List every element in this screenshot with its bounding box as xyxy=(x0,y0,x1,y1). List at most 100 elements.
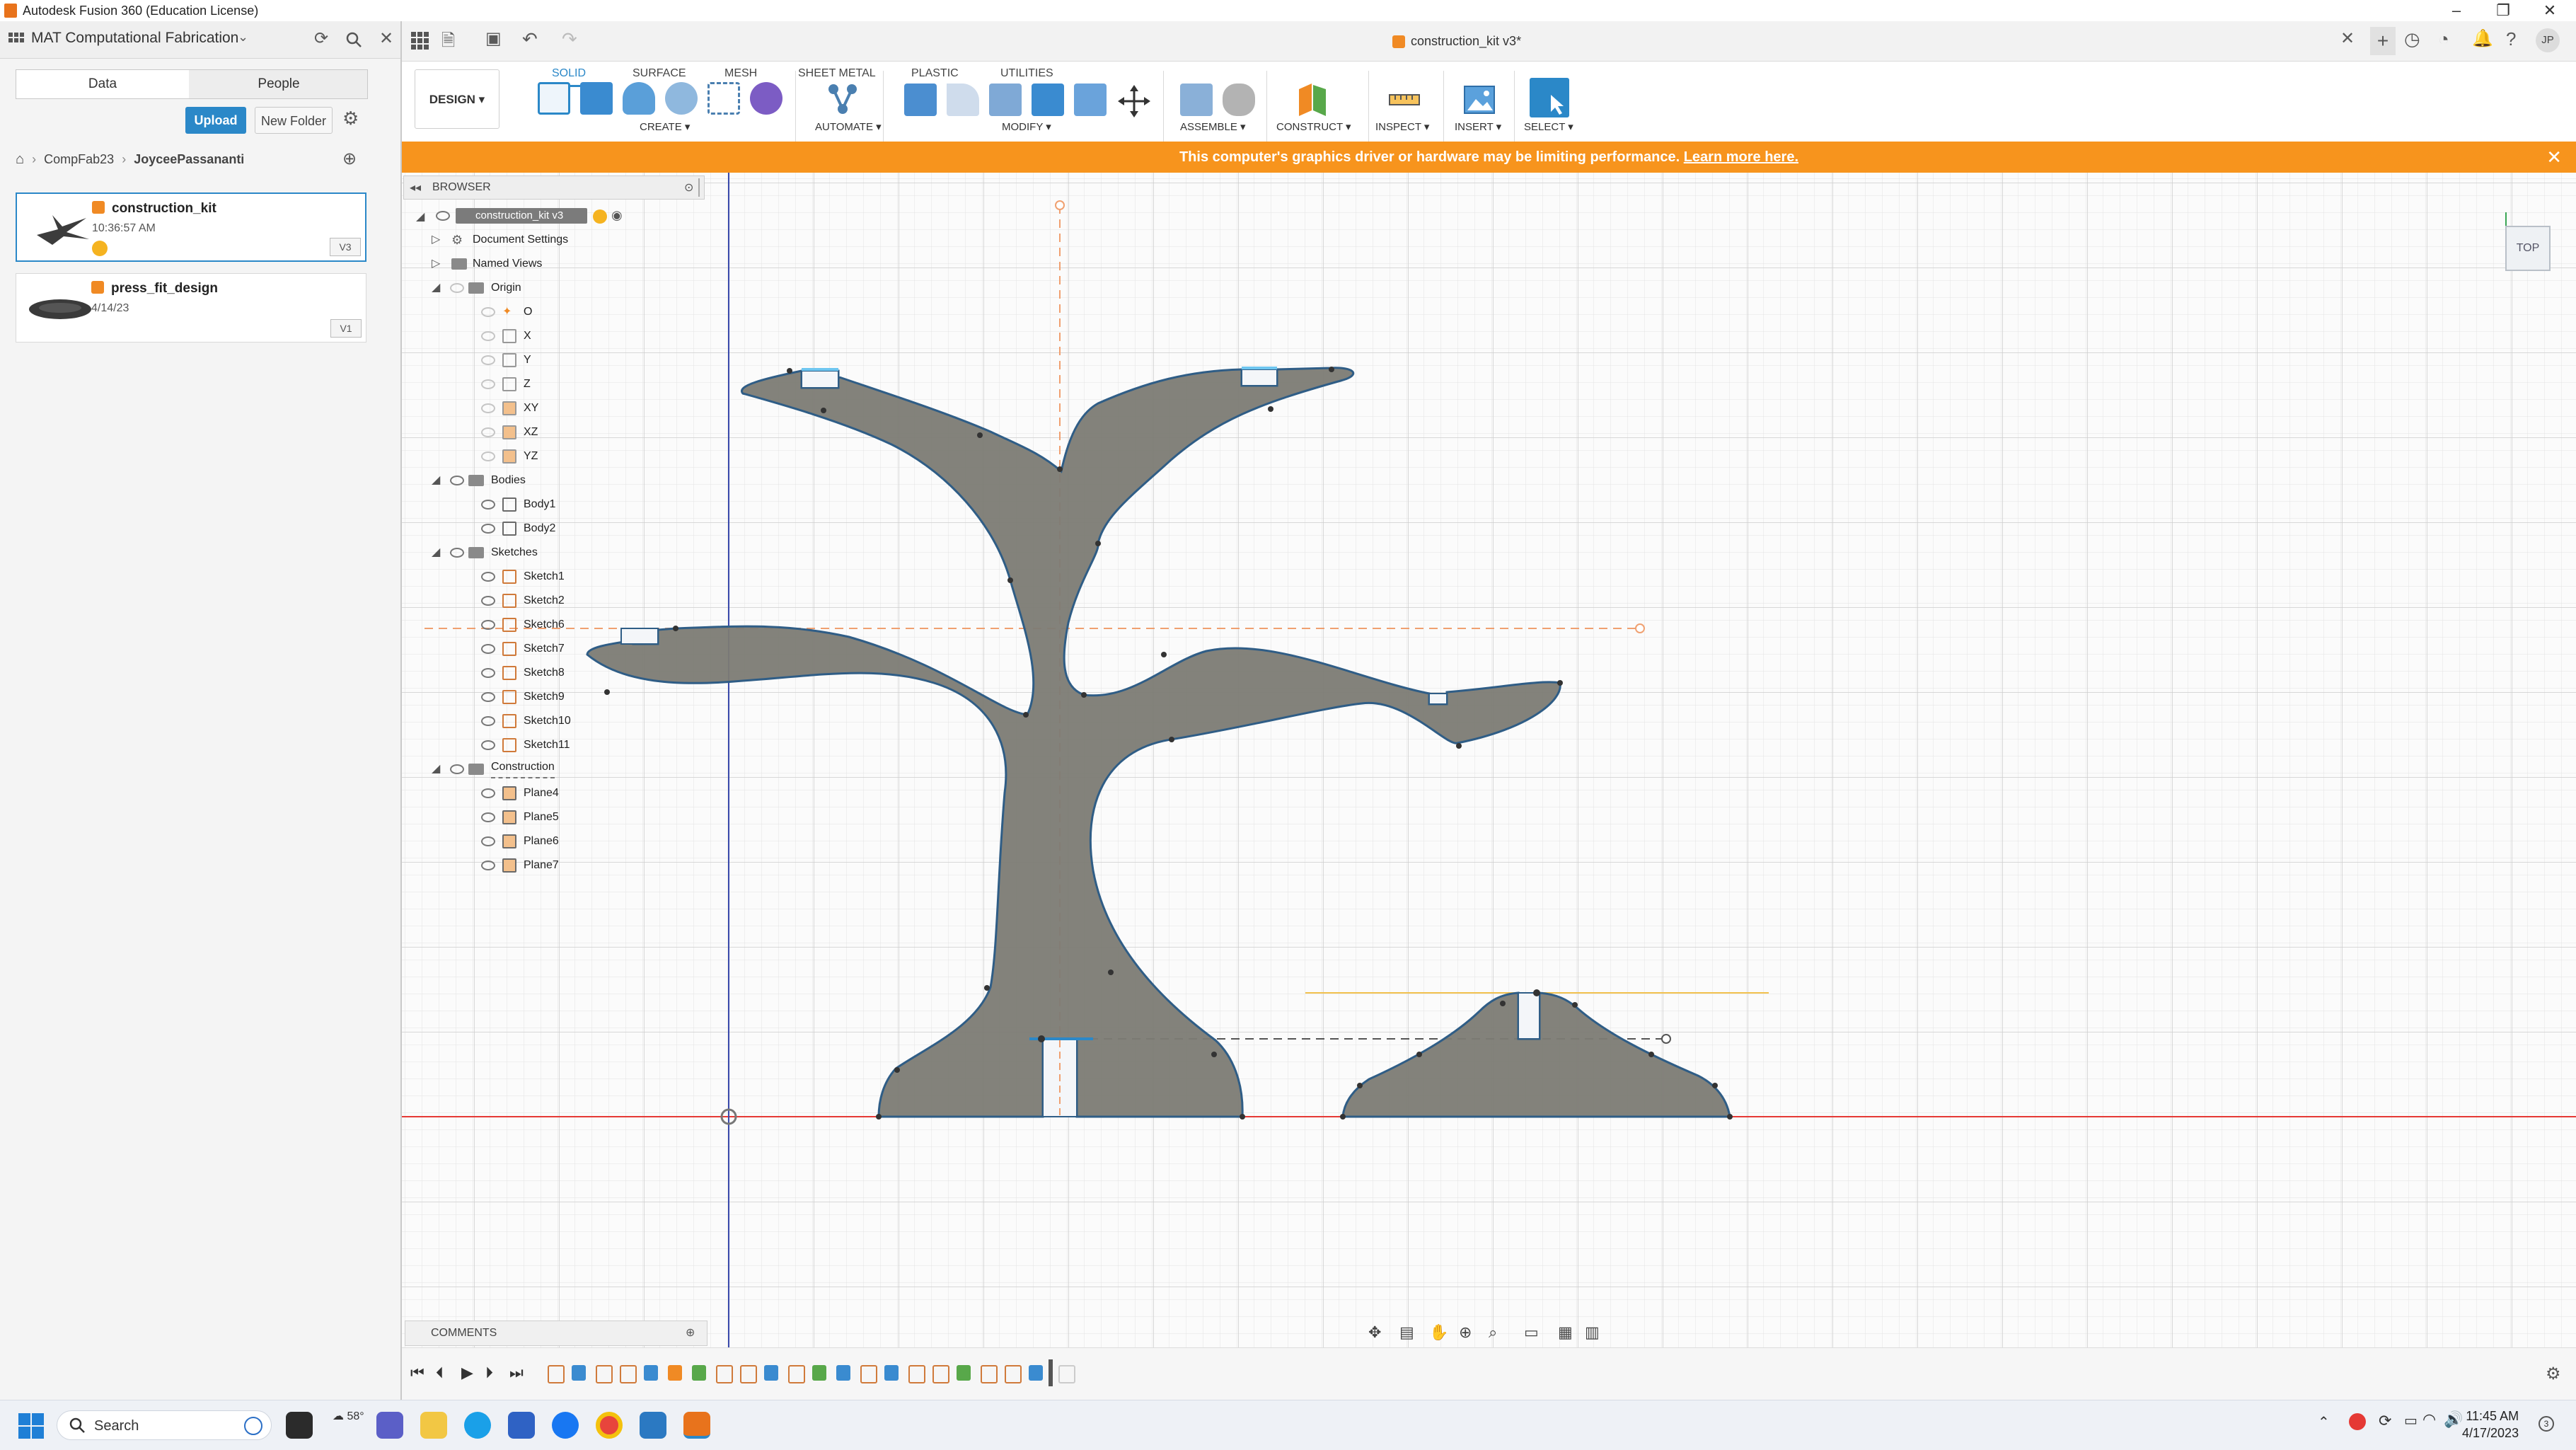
orbit-icon[interactable]: ✥ xyxy=(1368,1323,1381,1342)
visibility-eye-icon[interactable] xyxy=(481,451,495,461)
file-card-press-fit-design[interactable]: press_fit_design 4/14/23 V1 xyxy=(16,273,366,343)
timeline-extrude-feature[interactable] xyxy=(836,1365,850,1381)
automate-icon[interactable] xyxy=(825,81,860,116)
visibility-eye-icon[interactable] xyxy=(481,500,495,510)
task-view-icon[interactable] xyxy=(286,1412,313,1439)
close-panel-icon[interactable]: ✕ xyxy=(379,28,393,49)
root-component-label[interactable]: construction_kit v3 xyxy=(456,208,587,224)
joint-icon[interactable] xyxy=(1223,84,1255,116)
create-sketch-icon[interactable] xyxy=(538,82,570,115)
viewport-graphics[interactable] xyxy=(402,173,2576,1347)
automate-menu[interactable]: AUTOMATE ▾ xyxy=(815,120,882,133)
insert-image-icon[interactable] xyxy=(1463,84,1496,116)
chamfer-icon[interactable] xyxy=(989,84,1022,116)
timeline-marker[interactable] xyxy=(1049,1359,1053,1386)
timeline-sketch-feature[interactable] xyxy=(932,1365,949,1383)
expand-triangle-icon[interactable]: ◢ xyxy=(416,209,424,224)
tree-root[interactable]: ◢ construction_kit v3 ◉ xyxy=(416,204,699,228)
breadcrumb-folder[interactable]: JoyceePassananti xyxy=(134,152,244,166)
timeline-plane-feature[interactable] xyxy=(692,1365,706,1381)
tree-item-sketch[interactable]: Sketch1 xyxy=(481,565,693,589)
visibility-eye-icon[interactable] xyxy=(436,211,450,221)
expand-triangle-icon[interactable]: ◢ xyxy=(432,276,440,300)
notification-count-icon[interactable]: 3 xyxy=(2539,1416,2554,1432)
volume-icon[interactable]: 🔊 xyxy=(2444,1410,2463,1429)
expand-triangle-icon[interactable]: ◢ xyxy=(432,757,440,781)
close-warning-icon[interactable]: ✕ xyxy=(2546,142,2562,173)
panel-pin-icon[interactable]: ⊙ xyxy=(684,180,693,195)
battery-icon[interactable]: ▭ xyxy=(2404,1412,2418,1429)
tree-item-plane[interactable]: YZ xyxy=(481,444,693,468)
new-tab-icon[interactable]: + xyxy=(2370,27,2396,55)
file-card-construction-kit[interactable]: construction_kit 10:36:57 AM V3 xyxy=(16,192,366,262)
grid-settings-icon[interactable]: ▦ xyxy=(1558,1323,1573,1342)
visibility-eye-icon[interactable] xyxy=(450,476,464,485)
help-icon[interactable]: ? xyxy=(2506,28,2516,50)
panel-resize-handle[interactable] xyxy=(698,178,700,197)
tree-item-body[interactable]: Body1 xyxy=(481,493,693,517)
undo-icon[interactable]: ↶ xyxy=(522,28,538,50)
timeline-extrude-feature[interactable] xyxy=(884,1365,899,1381)
visibility-eye-icon[interactable] xyxy=(481,644,495,654)
document-tab[interactable]: construction_kit v3* xyxy=(1392,27,1521,55)
collapse-panel-icon[interactable]: ◂◂ xyxy=(410,180,421,195)
tree-item-sketch[interactable]: Sketch10 xyxy=(481,709,693,733)
creative-cloud-icon[interactable] xyxy=(2349,1413,2366,1430)
inspect-menu[interactable]: INSPECT ▾ xyxy=(1375,120,1429,133)
fusion-360-taskbar-icon[interactable] xyxy=(683,1412,710,1439)
sketch-point[interactable] xyxy=(1055,200,1065,210)
create-menu[interactable]: CREATE ▾ xyxy=(640,120,690,133)
calculator-icon[interactable] xyxy=(640,1412,666,1439)
home-icon[interactable]: ⌂ xyxy=(16,151,24,167)
pattern-icon[interactable] xyxy=(707,82,740,115)
tree-item-sketch[interactable]: Sketch9 xyxy=(481,685,693,709)
construct-menu[interactable]: CONSTRUCT ▾ xyxy=(1276,120,1351,133)
tab-plastic[interactable]: PLASTIC xyxy=(911,62,959,85)
visibility-eye-icon[interactable] xyxy=(481,812,495,822)
teams-chat-icon[interactable] xyxy=(376,1412,403,1439)
system-clock[interactable]: 11:45 AM 4/17/2023 xyxy=(2462,1408,2519,1442)
new-folder-button[interactable]: New Folder xyxy=(255,107,333,134)
visibility-eye-icon[interactable] xyxy=(481,692,495,702)
visibility-eye-icon[interactable] xyxy=(481,836,495,846)
notifications-bell-icon[interactable]: 🔔 xyxy=(2472,28,2493,49)
tree-item-origin[interactable]: ◢ Origin xyxy=(432,276,700,300)
tree-item-sketch[interactable]: Sketch2 xyxy=(481,589,693,613)
facebook-icon[interactable] xyxy=(552,1412,579,1439)
sync-icon[interactable]: ⟳ xyxy=(2379,1412,2391,1430)
tree-item-sketches[interactable]: ◢ Sketches xyxy=(432,541,700,565)
visibility-eye-icon[interactable] xyxy=(481,620,495,630)
extensions-icon[interactable]: ◷ xyxy=(2404,28,2420,50)
timeline-sketch-feature[interactable] xyxy=(1005,1365,1022,1383)
select-menu[interactable]: SELECT ▾ xyxy=(1524,120,1573,133)
tree-item-plane[interactable]: Plane7 xyxy=(481,853,693,878)
visibility-eye-icon[interactable] xyxy=(450,548,464,558)
version-badge[interactable]: V1 xyxy=(330,319,362,338)
tree-item-plane[interactable]: Plane4 xyxy=(481,781,693,805)
timeline-extrude-feature[interactable] xyxy=(644,1365,658,1381)
close-tab-icon[interactable]: ✕ xyxy=(2340,28,2355,49)
close-window-button[interactable]: ✕ xyxy=(2529,0,2571,21)
comments-bar[interactable]: COMMENTS ⊕ xyxy=(405,1320,707,1346)
tree-item-sketch[interactable]: Sketch11 xyxy=(481,733,693,757)
tree-item-named-views[interactable]: ▷ Named Views xyxy=(432,252,700,276)
shell-icon[interactable] xyxy=(1032,84,1064,116)
view-cube-face[interactable]: TOP xyxy=(2506,226,2550,270)
fit-icon[interactable]: ⌕ xyxy=(1489,1323,1497,1342)
visibility-eye-icon[interactable] xyxy=(481,716,495,726)
zoom-icon[interactable]: ⊕ xyxy=(1459,1323,1472,1342)
timeline-sketch-feature[interactable] xyxy=(596,1365,613,1383)
taskbar-search[interactable]: Search xyxy=(57,1410,272,1440)
timeline-sketch-feature[interactable] xyxy=(788,1365,805,1383)
timeline-back-icon[interactable]: ⏴ xyxy=(436,1364,444,1382)
timeline-plane-feature[interactable] xyxy=(668,1365,682,1381)
viewports-icon[interactable]: ▥ xyxy=(1585,1323,1600,1342)
hole-icon[interactable] xyxy=(665,82,698,115)
select-tool[interactable] xyxy=(1530,78,1569,117)
tree-item-axis[interactable]: X xyxy=(481,324,693,348)
tab-utilities[interactable]: UTILITIES xyxy=(1000,62,1053,85)
insert-menu[interactable]: INSERT ▾ xyxy=(1455,120,1501,133)
visibility-eye-icon[interactable] xyxy=(450,283,464,293)
design-canvas[interactable]: TOP xyxy=(402,173,2576,1347)
bing-icon[interactable] xyxy=(244,1417,262,1435)
